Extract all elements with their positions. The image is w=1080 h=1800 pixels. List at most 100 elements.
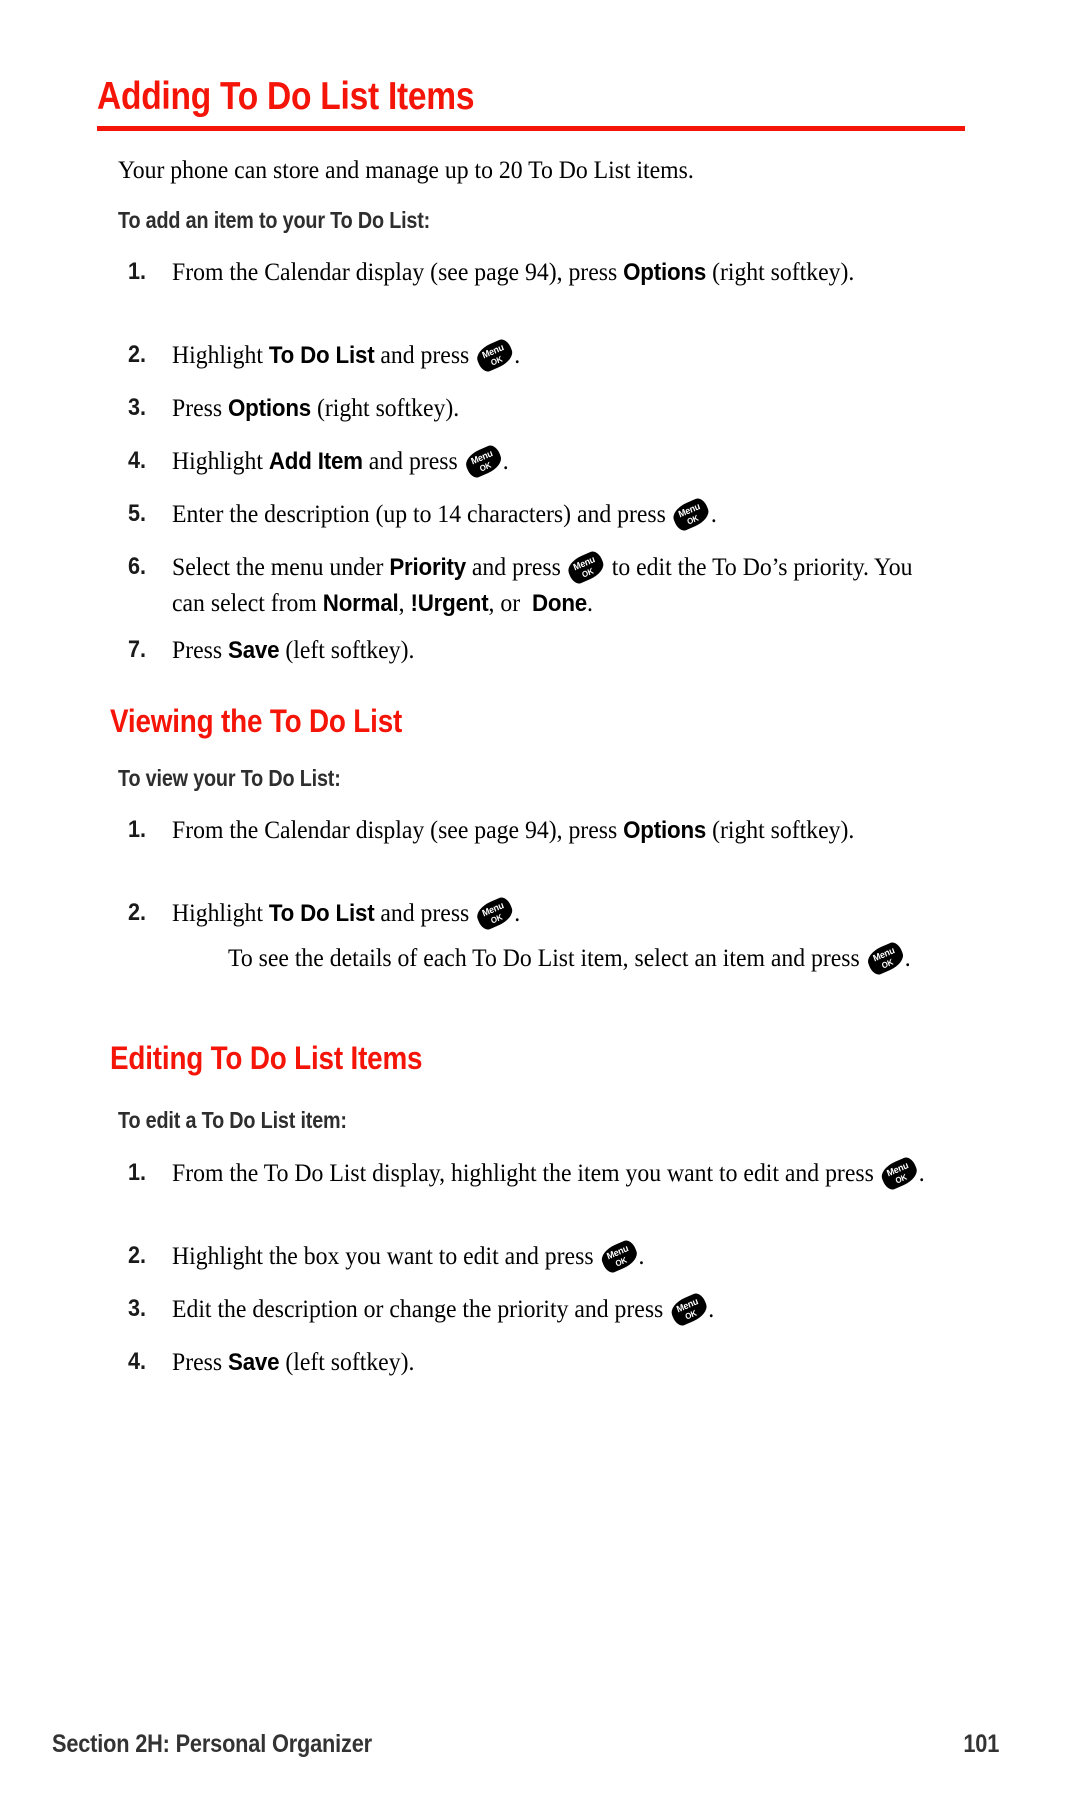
step-text-pre: From the To Do List display, highlight t… (172, 1158, 880, 1187)
menu-ok-key-icon: Menu OK (668, 1290, 710, 1329)
list-text: From the Calendar display (see page 94),… (172, 812, 935, 848)
list-text: Enter the description (up to 14 characte… (172, 495, 935, 534)
ui-term-done: Done (531, 590, 588, 617)
step-text-post: (right softkey). (706, 815, 855, 844)
list-number: 3. (128, 1295, 147, 1322)
step-text-pre: Press (172, 393, 229, 422)
step-text-tail: . (514, 340, 521, 369)
menu-ok-key-icon: Menu OK (462, 442, 504, 481)
menu-ok-key-icon: Menu OK (598, 1237, 640, 1276)
menu-ok-key-icon: Menu OK (670, 495, 713, 534)
list-number: 4. (128, 447, 147, 474)
ui-term: To Do List (268, 900, 375, 927)
ui-term: Priority (389, 554, 466, 581)
step-text-mid: , (398, 588, 411, 617)
step-text-pre: Highlight (172, 446, 269, 475)
step-text-pre: Edit the description or change the prior… (172, 1294, 670, 1323)
menu-ok-key-shape (878, 1154, 921, 1193)
menu-ok-key-icon: Menu OK (565, 548, 608, 587)
list-number: 3. (128, 394, 147, 421)
menu-ok-key-icon: Menu OK (474, 894, 516, 933)
note-text-pre: To see the details of each To Do List it… (228, 943, 866, 972)
step-text-post: and press (362, 446, 464, 475)
step-text-post: and press (374, 340, 476, 369)
menu-ok-key-shape (474, 336, 516, 375)
note-text-tail: . (904, 943, 911, 972)
menu-ok-key-shape (668, 1290, 710, 1329)
step-text-pre: Press (172, 1347, 229, 1376)
menu-ok-key-shape (864, 939, 906, 978)
step-text-tail2: . (587, 588, 593, 617)
sub-heading-edit-item: To edit a To Do List item: (118, 1107, 347, 1133)
ui-term: Save (228, 637, 280, 664)
step-text-pre: Highlight the box you want to edit and p… (172, 1241, 600, 1270)
note-paragraph: To see the details of each To Do List it… (228, 939, 916, 978)
list-number: 6. (128, 553, 147, 580)
step-text-pre: Press (172, 635, 229, 664)
menu-ok-key-shape (565, 548, 608, 587)
list-text: Highlight To Do List and press Menu OK. (172, 894, 935, 933)
list-number: 1. (128, 1159, 147, 1186)
step-text-tail: . (502, 446, 509, 475)
menu-ok-key-shape (474, 894, 516, 933)
step-text-pre: From the Calendar display (see page 94),… (172, 257, 624, 286)
page-title: Adding To Do List Items (97, 75, 475, 118)
step-text-tail: . (710, 499, 717, 528)
step-text-tail: . (918, 1158, 925, 1187)
step-text-post: (right softkey). (311, 393, 460, 422)
list-text: Select the menu under Priority and press… (172, 548, 935, 621)
footer-page-number: 101 (963, 1730, 1000, 1758)
step-text-tail: . (708, 1294, 715, 1323)
step-text-tail: . (514, 898, 521, 927)
step-text-post: (left softkey). (279, 1347, 415, 1376)
list-text: Press Save (left softkey). (172, 632, 935, 668)
list-text: Highlight To Do List and press Menu OK. (172, 336, 935, 375)
ui-term: Add Item (268, 448, 363, 475)
list-number: 2. (128, 899, 147, 926)
list-number: 2. (128, 1242, 147, 1269)
list-text: From the Calendar display (see page 94),… (172, 254, 935, 290)
ui-term-normal: Normal (322, 590, 399, 617)
manual-page: Adding To Do List Items Your phone can s… (0, 0, 1080, 1800)
list-number: 4. (128, 1348, 147, 1375)
intro-paragraph: Your phone can store and manage up to 20… (118, 155, 694, 184)
step-text-post: (right softkey). (706, 257, 855, 286)
section-heading-viewing: Viewing the To Do List (110, 703, 403, 739)
list-number: 1. (128, 258, 147, 285)
list-text: Press Save (left softkey). (172, 1344, 935, 1380)
step-text-pre: Highlight (172, 340, 269, 369)
list-text: Press Options (right softkey). (172, 390, 935, 426)
ui-term: Save (228, 1349, 280, 1376)
sub-heading-view-list: To view your To Do List: (118, 765, 341, 791)
section-heading-editing: Editing To Do List Items (110, 1040, 423, 1076)
step-text-post: and press (374, 898, 476, 927)
step-text-pre: From the Calendar display (see page 94),… (172, 815, 624, 844)
list-text: Highlight Add Item and press Menu OK. (172, 442, 935, 481)
list-text: Edit the description or change the prior… (172, 1290, 935, 1329)
footer-section-label: Section 2H: Personal Organizer (52, 1730, 372, 1758)
sub-heading-add-item: To add an item to your To Do List: (118, 207, 431, 233)
step-text-pre: Highlight (172, 898, 269, 927)
list-text: From the To Do List display, highlight t… (172, 1154, 935, 1193)
list-number: 1. (128, 816, 147, 843)
step-text-tail: . (638, 1241, 645, 1270)
menu-ok-key-shape (598, 1237, 640, 1276)
ui-term: Options (623, 817, 707, 844)
menu-ok-key-icon: Menu OK (474, 336, 516, 375)
menu-ok-key-icon: Menu OK (864, 939, 906, 978)
list-number: 5. (128, 500, 147, 527)
step-text-mid2: , or (488, 588, 527, 617)
menu-ok-key-shape (462, 442, 504, 481)
ui-term: Options (623, 259, 707, 286)
step-text-pre: Enter the description (up to 14 characte… (172, 499, 672, 528)
ui-term: Options (228, 395, 312, 422)
step-text-post: and press (465, 552, 567, 581)
step-text-pre: Select the menu under (172, 552, 390, 581)
step-text-post: (left softkey). (279, 635, 415, 664)
list-text: Highlight the box you want to edit and p… (172, 1237, 935, 1276)
ui-term-urgent: !Urgent (410, 590, 489, 617)
title-underline-rule (97, 126, 965, 131)
list-number: 2. (128, 341, 147, 368)
menu-ok-key-shape (670, 495, 713, 534)
menu-ok-key-icon: Menu OK (878, 1154, 921, 1193)
